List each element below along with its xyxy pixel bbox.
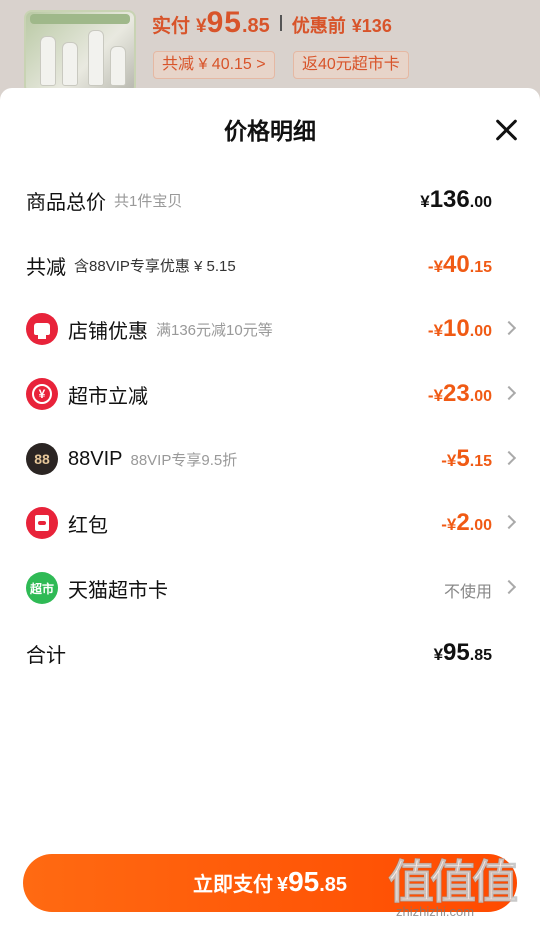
paid-label: 实付 xyxy=(152,16,191,37)
discount-currency: -¥ xyxy=(441,451,457,470)
goods-total-int: 136 xyxy=(429,186,470,213)
chevron-right-icon xyxy=(501,385,517,401)
paid-currency: ¥ xyxy=(196,16,207,37)
discount-row-store[interactable]: 店铺优惠 满136元减10元等 -¥ 10 .00 xyxy=(0,309,540,349)
discount-label: 天猫超市卡 xyxy=(68,579,168,602)
discount-note: 88VIP专享9.5折 xyxy=(130,451,238,469)
before-discount-label: 优惠前 xyxy=(291,16,346,36)
discount-label: 超市立减 xyxy=(68,385,148,408)
pay-now-dec: .85 xyxy=(319,874,348,896)
divider xyxy=(279,15,282,31)
close-icon[interactable] xyxy=(494,118,518,142)
total-reduce-label: 共减 xyxy=(26,256,66,279)
discount-label: 店铺优惠 xyxy=(68,320,148,343)
shop-icon xyxy=(26,313,58,345)
88vip-icon: 88 xyxy=(26,443,58,475)
discount-row-supermarket[interactable]: ¥ 超市立减 -¥ 23 .00 xyxy=(0,374,540,414)
paid-price-line: 实付 ¥ 95 .85 优惠前 ¥136 xyxy=(152,6,392,40)
goods-total-row: 商品总价 共1件宝贝 ¥ 136 .00 xyxy=(0,180,540,220)
tmall-card-icon: 超市 xyxy=(26,572,58,604)
product-summary-strip: 实付 ¥ 95 .85 优惠前 ¥136 共减 ¥ 40.15 > 返40元超市… xyxy=(0,0,540,100)
total-reduce-dec: .15 xyxy=(469,259,492,276)
chevron-right-icon xyxy=(501,514,517,530)
discount-dec: .00 xyxy=(469,323,492,340)
discount-currency: -¥ xyxy=(441,515,457,534)
paid-price-dec: .85 xyxy=(241,15,270,37)
discount-int: 2 xyxy=(456,509,470,536)
pay-now-currency: ¥ xyxy=(276,874,289,896)
red-packet-icon xyxy=(26,507,58,539)
yen-icon: ¥ xyxy=(26,378,58,410)
total-reduce-int: 40 xyxy=(443,251,470,278)
total-reduce-note: 含88VIP专享优惠 ¥ 5.15 xyxy=(74,257,236,275)
goods-total-dec: .00 xyxy=(469,194,492,211)
cashback-card-chip: 返40元超市卡 xyxy=(293,51,409,79)
total-reduce-chip[interactable]: 共减 ¥ 40.15 > xyxy=(153,51,275,79)
discount-dec: .00 xyxy=(469,388,492,405)
total-row: 合计 ¥ 95 .85 xyxy=(0,633,540,673)
chevron-right-icon xyxy=(501,320,517,336)
discount-int: 5 xyxy=(456,445,470,472)
card-usage-value: 不使用 xyxy=(443,584,492,601)
pay-now-button[interactable]: 立即支付 ¥ 95 .85 xyxy=(23,854,517,912)
discount-int: 23 xyxy=(443,380,470,407)
total-dec: .85 xyxy=(469,647,492,664)
discount-label: 88VIP xyxy=(68,447,123,470)
goods-total-label: 商品总价 xyxy=(26,191,106,214)
sheet-title: 价格明细 xyxy=(224,118,316,144)
discount-currency: -¥ xyxy=(427,386,444,405)
chevron-right-icon xyxy=(501,579,517,595)
discount-row-red-packet[interactable]: 红包 -¥ 2 .00 xyxy=(0,503,540,543)
total-reduce-row: 共减 含88VIP专享优惠 ¥ 5.15 -¥ 40 .15 xyxy=(0,245,540,285)
price-detail-sheet: 价格明细 商品总价 共1件宝贝 ¥ 136 .00 共减 含88VIP专享优惠 … xyxy=(0,88,540,935)
discount-label: 红包 xyxy=(68,514,108,537)
discount-row-88vip[interactable]: 88 88VIP 88VIP专享9.5折 -¥ 5 .15 xyxy=(0,439,540,479)
discount-dec: .00 xyxy=(469,517,492,534)
pay-now-int: 95 xyxy=(288,866,320,897)
discount-dec: .15 xyxy=(469,453,492,470)
chevron-right-icon xyxy=(501,450,517,466)
discount-note: 满136元减10元等 xyxy=(156,321,273,339)
discount-row-tmall-card[interactable]: 超市 天猫超市卡 不使用 xyxy=(0,568,540,608)
total-int: 95 xyxy=(443,639,470,666)
total-currency: ¥ xyxy=(433,645,444,664)
before-discount-price: ¥136 xyxy=(351,16,392,36)
goods-total-count: 共1件宝贝 xyxy=(114,192,183,210)
paid-price-int: 95 xyxy=(206,6,242,39)
pay-now-label: 立即支付 xyxy=(192,874,273,896)
goods-total-currency: ¥ xyxy=(420,192,430,211)
total-reduce-currency: -¥ xyxy=(427,257,444,276)
discount-int: 10 xyxy=(443,315,470,342)
total-label: 合计 xyxy=(26,644,66,667)
discount-currency: -¥ xyxy=(427,321,444,340)
product-thumbnail xyxy=(24,10,136,94)
